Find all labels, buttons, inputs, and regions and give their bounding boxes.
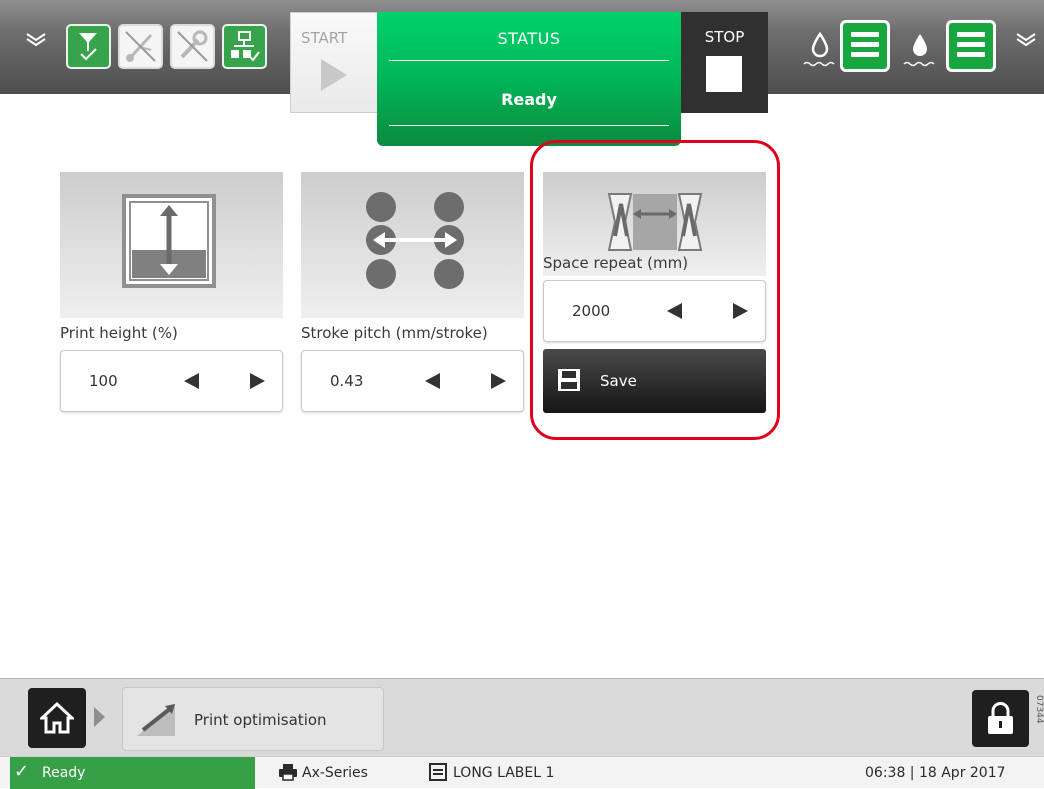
increment-icon[interactable]: [246, 370, 268, 392]
lock-button[interactable]: [972, 690, 1029, 747]
divider: [389, 125, 669, 126]
divider: [389, 60, 669, 61]
stop-button[interactable]: STOP: [681, 12, 768, 113]
highlight-outline: [530, 140, 780, 440]
print-optimisation-icon: [137, 704, 175, 736]
print-height-stepper[interactable]: 100: [60, 350, 283, 412]
decrement-icon[interactable]: [181, 370, 203, 392]
ready-label: Ready: [42, 765, 86, 781]
print-height-illustration: [60, 172, 283, 318]
start-label: START: [301, 29, 348, 47]
ready-indicator: ✓ Ready: [10, 757, 255, 789]
navigation-bar: Print optimisation 07344: [0, 678, 1044, 756]
home-button[interactable]: [28, 688, 86, 748]
stroke-pitch-value: 0.43: [330, 372, 364, 390]
printer-icon: [279, 764, 297, 781]
chevron-down-icon[interactable]: [1014, 30, 1038, 50]
chevron-down-icon[interactable]: [24, 30, 48, 50]
makeup-level-icon[interactable]: [840, 20, 890, 72]
play-icon: [321, 59, 347, 91]
home-icon: [40, 701, 74, 734]
stop-icon: [706, 56, 742, 92]
job-icon: [429, 763, 447, 781]
breadcrumb-label: Print optimisation: [194, 711, 327, 729]
stroke-pitch-label: Stroke pitch (mm/stroke): [301, 324, 488, 342]
status-panel[interactable]: STATUS Ready: [377, 12, 681, 146]
stroke-pitch-icon: [366, 192, 464, 289]
print-height-label: Print height (%): [60, 324, 178, 342]
status-bar: ✓ Ready Ax-Series LONG LABEL 1 06:38 | 1…: [0, 756, 1044, 789]
stroke-pitch-illustration: [301, 172, 524, 318]
printer-name: Ax-Series: [302, 765, 368, 781]
job-name: LONG LABEL 1: [453, 765, 555, 781]
network-connected-icon[interactable]: [222, 24, 267, 69]
status-title: STATUS: [497, 29, 561, 48]
ink-drop-icon: [900, 24, 940, 74]
breadcrumb-separator-icon: [94, 707, 105, 727]
stop-label: STOP: [704, 28, 745, 46]
start-button[interactable]: START: [290, 12, 378, 113]
datetime: 06:38 | 18 Apr 2017: [865, 765, 1006, 781]
maintenance-disabled-icon[interactable]: [170, 24, 215, 69]
stroke-pitch-stepper[interactable]: 0.43: [301, 350, 524, 412]
breadcrumb[interactable]: Print optimisation: [122, 687, 384, 751]
decrement-icon[interactable]: [422, 370, 444, 392]
ink-level-icon[interactable]: [946, 20, 996, 72]
usb-disabled-icon[interactable]: [118, 24, 163, 69]
lock-icon: [988, 702, 1013, 734]
side-code: 07344: [1034, 695, 1044, 724]
print-height-icon: [122, 194, 216, 288]
check-icon: ✓: [14, 761, 30, 782]
status-value: Ready: [501, 90, 557, 109]
makeup-drop-icon: [800, 24, 840, 74]
printer-ready-icon[interactable]: [66, 24, 111, 69]
increment-icon[interactable]: [487, 370, 509, 392]
print-height-value: 100: [89, 372, 118, 390]
